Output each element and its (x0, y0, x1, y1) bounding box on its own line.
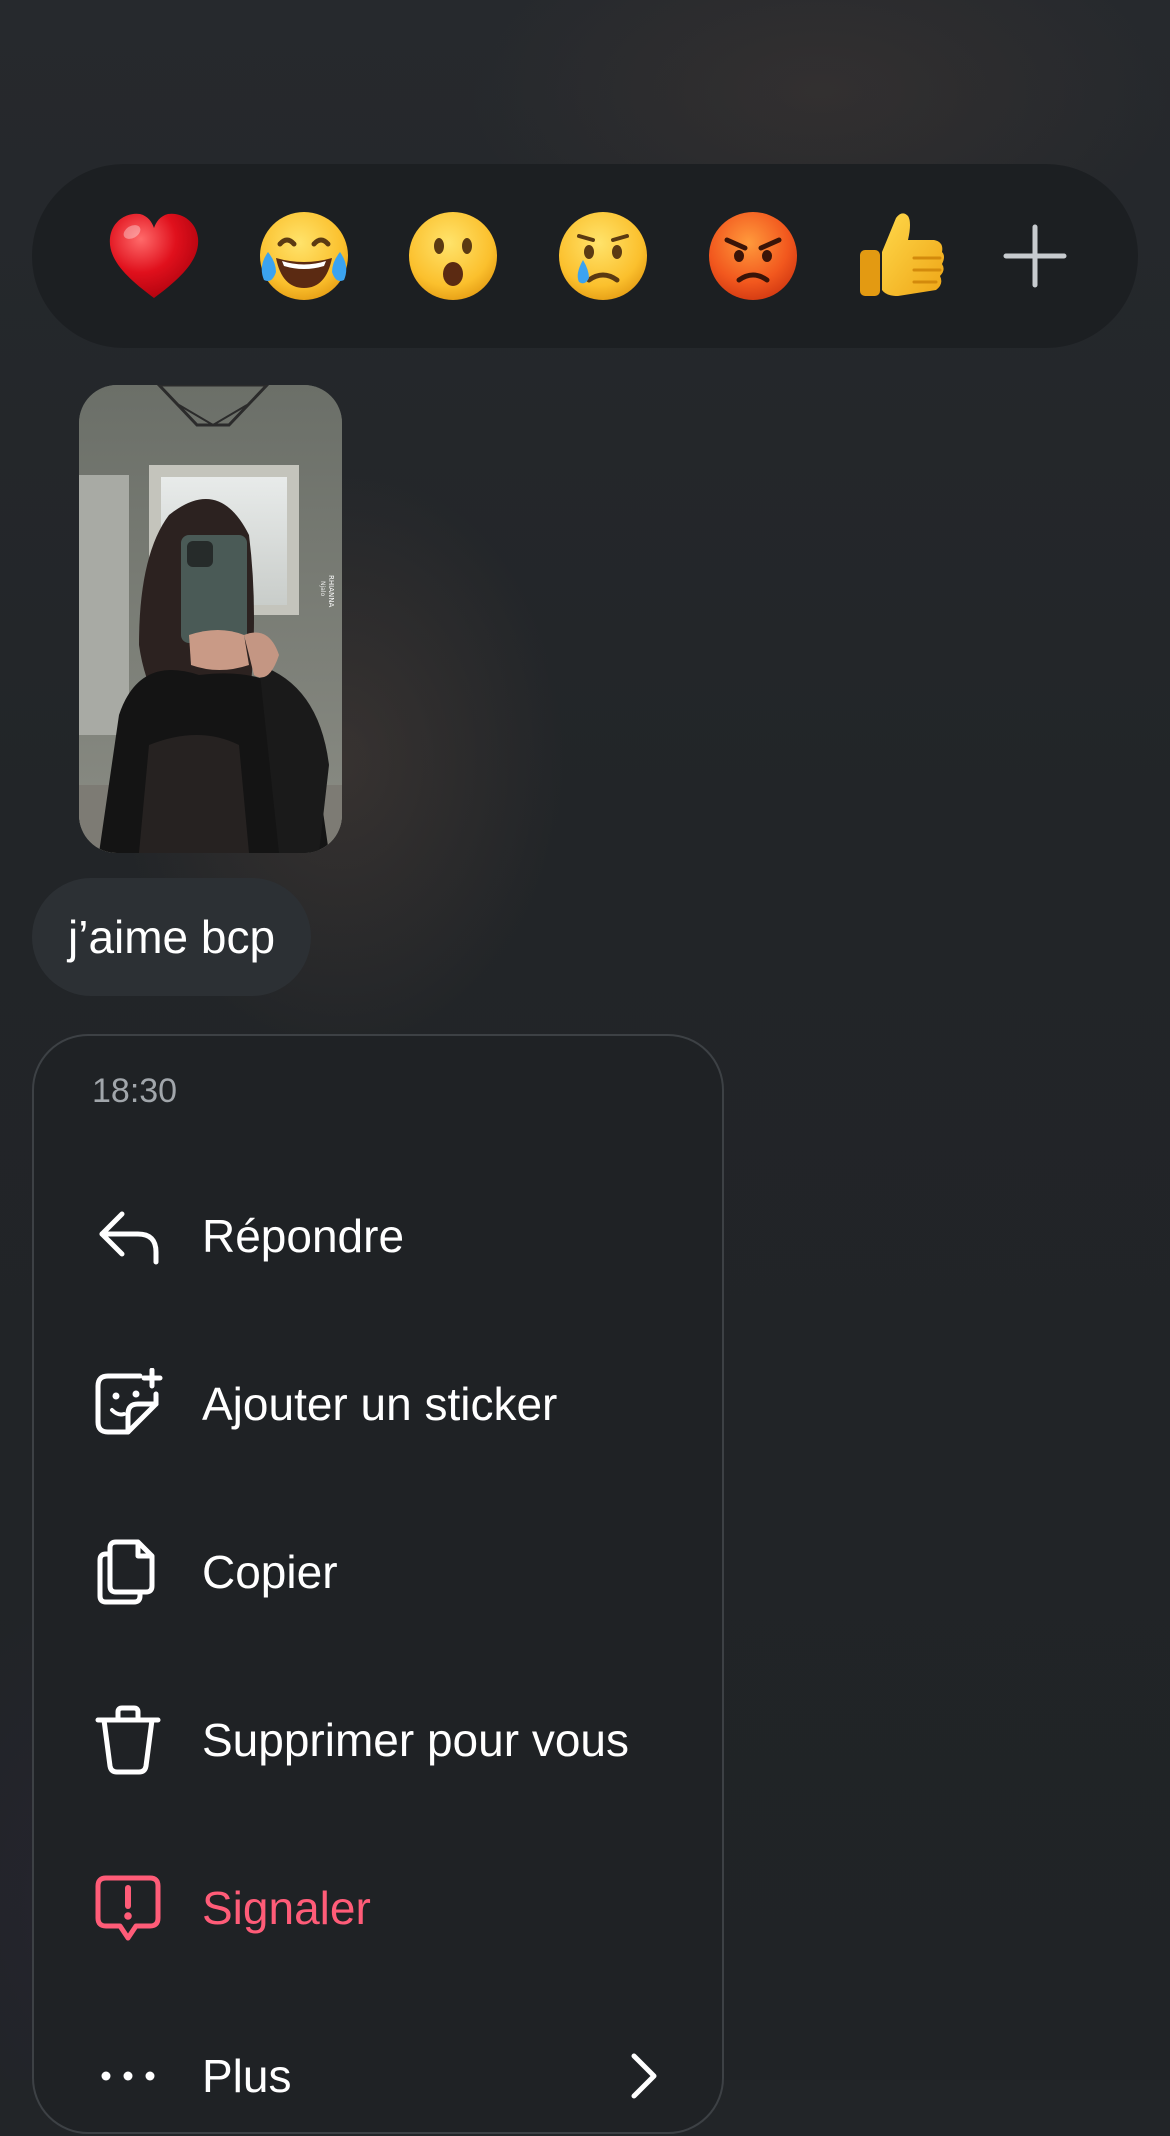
svg-text:RHIANNA: RHIANNA (327, 575, 335, 607)
reaction-angry[interactable] (701, 204, 805, 308)
more-reactions-button[interactable] (1000, 221, 1070, 291)
report-icon (92, 1872, 164, 1944)
reaction-thumbs-up[interactable] (850, 204, 954, 308)
add-sticker-icon (92, 1368, 164, 1440)
menu-item-copy[interactable]: Copier (34, 1512, 722, 1632)
reaction-heart[interactable] (102, 204, 206, 308)
thumbs-up-icon (860, 213, 945, 296)
reaction-wow[interactable] (401, 204, 505, 308)
message-timestamp: 18:30 (92, 1072, 178, 1110)
chevron-right-icon (631, 2053, 657, 2099)
menu-item-reply[interactable]: Répondre (34, 1176, 722, 1296)
menu-item-label: Signaler (202, 1882, 371, 1934)
message-text: j’aime bcp (68, 911, 276, 963)
menu-item-more[interactable]: Plus (34, 2016, 722, 2136)
menu-item-label: Ajouter un sticker (202, 1378, 558, 1430)
message-bubble[interactable]: j’aime bcp (32, 878, 312, 996)
svg-text:Njalo: Njalo (319, 581, 326, 596)
reaction-sad[interactable] (551, 204, 655, 308)
menu-item-report[interactable]: Signaler (34, 1848, 722, 1968)
red-heart-icon (109, 213, 199, 298)
reaction-laugh[interactable] (252, 204, 356, 308)
message-context-menu: 18:30 Répondre Ajouter un sticker Copier… (32, 1034, 724, 2134)
reaction-bar (32, 164, 1138, 348)
menu-item-label: Plus (202, 2050, 292, 2102)
mirror-selfie-photo: RHIANNA Njalo (79, 385, 342, 853)
menu-item-label: Répondre (202, 1210, 405, 1262)
face-with-open-mouth-icon (409, 212, 498, 300)
copy-icon (92, 1536, 164, 1608)
plus-icon (1003, 224, 1067, 288)
menu-item-label: Supprimer pour vous (202, 1714, 629, 1766)
menu-item-delete-for-you[interactable]: Supprimer pour vous (34, 1680, 722, 1800)
photo-message[interactable]: RHIANNA Njalo (79, 385, 342, 853)
face-with-tears-of-joy-icon (259, 212, 348, 300)
crying-face-icon (558, 212, 647, 300)
trash-icon (92, 1704, 164, 1776)
angry-face-icon (708, 212, 797, 300)
menu-item-label: Copier (202, 1546, 338, 1598)
reply-icon (92, 1200, 164, 1272)
more-icon (92, 2040, 164, 2112)
menu-item-add-sticker[interactable]: Ajouter un sticker (34, 1344, 722, 1464)
